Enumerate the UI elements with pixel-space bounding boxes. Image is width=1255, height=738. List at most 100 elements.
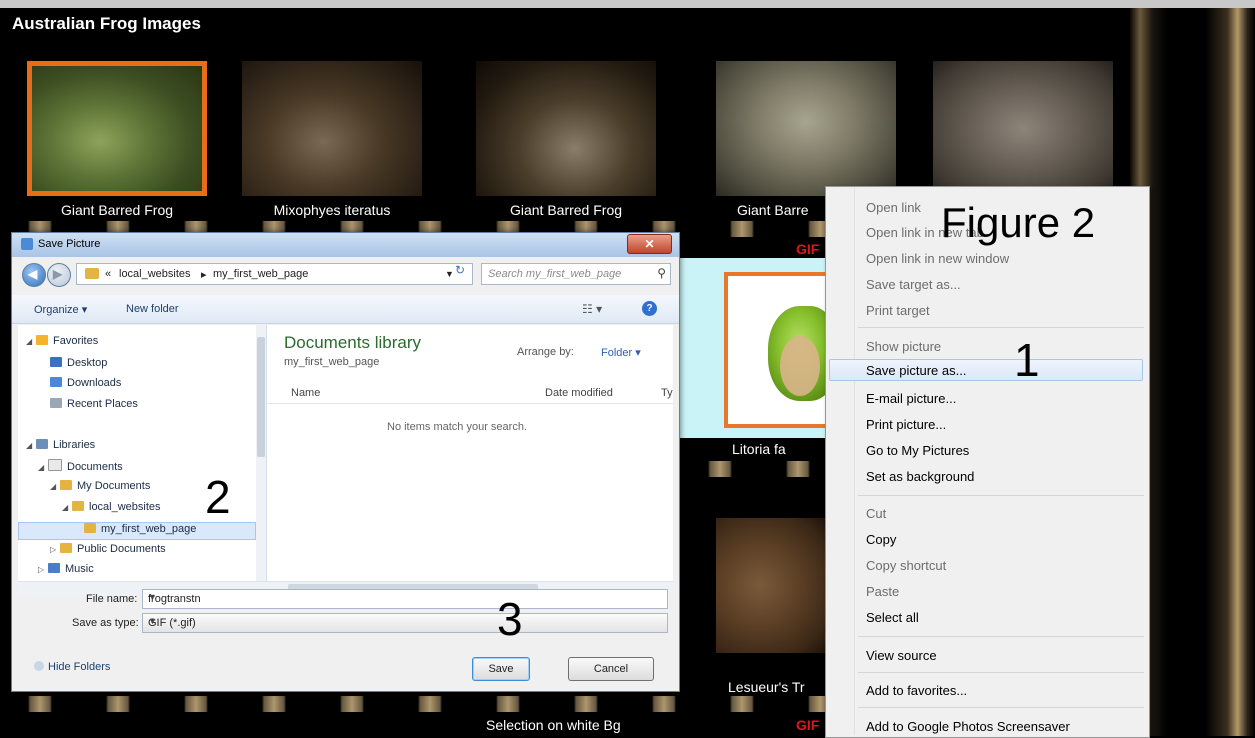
nav-desktop[interactable]: Desktop [50,357,107,369]
menu-separator [858,707,1144,708]
dialog-title-bar[interactable]: Save Picture ✕ [12,233,679,257]
view-options-icon[interactable]: ☷ ▾ [582,302,602,316]
chevron-down-icon[interactable]: ▼ [148,616,662,626]
menu-item-add-to-favorites[interactable]: Add to favorites... [866,683,967,698]
menu-separator [858,636,1144,637]
search-placeholder: Search my_first_web_page [488,268,622,280]
help-icon[interactable]: ? [642,301,657,316]
web-page: Australian Frog Images Giant Barred Frog… [0,0,1255,738]
browser-top-strip [0,0,1255,8]
gif-label: GIF [796,717,820,733]
libraries-icon [36,439,48,449]
forward-arrow-icon: ▶ [53,267,63,281]
nav-local-websites[interactable]: ◢ local_websites [62,501,161,513]
arrange-by-label: Arrange by: [517,346,574,358]
folder-icon [84,523,96,533]
cancel-button[interactable]: Cancel [568,657,654,681]
menu-item-show-picture[interactable]: Show picture [866,339,941,354]
star-icon [36,335,48,345]
gif-label: GIF [796,241,820,257]
file-name-field[interactable]: frogtranstn ▼ [142,589,668,609]
nav-favorites[interactable]: ◢ Favorites [26,335,98,347]
nav-public-documents[interactable]: ▷ Public Documents [50,543,166,555]
dialog-title: Save Picture [38,238,101,250]
library-title: Documents library [284,333,421,352]
dialog-toolbar: Organize ▾ New folder ☷ ▾ ? [12,295,679,324]
hide-folders-button[interactable]: Hide Folders [34,661,110,673]
close-button[interactable]: ✕ [627,234,672,254]
menu-item-print-target[interactable]: Print target [866,303,930,318]
breadcrumb-overflow[interactable]: « [105,268,111,280]
back-arrow-icon: ◀ [28,267,38,281]
breadcrumb-separator: ▸ [201,269,207,281]
folder-icon [60,480,72,490]
menu-item-cut[interactable]: Cut [866,506,886,521]
nav-my-documents[interactable]: ◢ My Documents [50,480,150,492]
save-button[interactable]: Save [472,657,530,681]
column-header-date-modified[interactable]: Date modified [545,387,613,399]
column-header-type[interactable]: Ty [661,387,673,399]
menu-item-save-target-as[interactable]: Save target as... [866,277,961,292]
menu-item-go-to-my-pictures[interactable]: Go to My Pictures [866,443,969,458]
library-subtitle: my_first_web_page [284,356,380,368]
menu-item-add-to-google-photos-screensaver[interactable]: Add to Google Photos Screensaver [866,719,1070,734]
forward-button[interactable]: ▶ [47,263,71,287]
save-picture-dialog: Save Picture ✕ ◀ ▶ « local_websites ▸ my… [11,232,680,692]
menu-item-select-all[interactable]: Select all [866,610,919,625]
nav-recent-places[interactable]: Recent Places [50,398,138,410]
frog-thumbnail-2[interactable] [242,61,422,196]
menu-item-save-picture-as[interactable]: Save picture as... [866,363,966,378]
thumbnail-caption: Selection on white Bg [486,717,621,733]
chevron-down-icon[interactable]: ▼ [148,592,662,602]
menu-item-copy-shortcut[interactable]: Copy shortcut [866,558,946,573]
downloads-icon [50,377,62,387]
frog-thumbnail-4[interactable] [716,61,896,196]
figure-label: Figure 2 [941,199,1096,246]
menu-item-email-picture[interactable]: E-mail picture... [866,391,956,406]
annotation-step-2: 2 [205,471,231,523]
menu-item-print-picture[interactable]: Print picture... [866,417,946,432]
breadcrumb-local-websites[interactable]: local_websites [119,268,191,280]
thumbnail-caption: Lesueur's Tr [728,679,805,695]
back-button[interactable]: ◀ [22,263,46,287]
search-icon[interactable]: ⚲ [657,266,666,280]
save-as-type-select[interactable]: GIF (*.gif) ▼ [142,613,668,633]
nav-downloads[interactable]: Downloads [50,377,121,389]
empty-results-message: No items match your search. [387,421,527,433]
thumbnail-caption: Litoria fa [732,441,786,457]
nav-documents[interactable]: ◢ Documents [38,459,123,473]
column-header-name[interactable]: Name [291,387,320,399]
refresh-icon[interactable]: ↻ [451,263,469,281]
menu-separator [858,672,1144,673]
menu-item-open-link-new-window[interactable]: Open link in new window [866,251,1009,266]
film-strip-divider [680,461,830,477]
folder-icon [60,543,72,553]
frog-thumbnail-5[interactable] [933,61,1113,196]
recent-places-icon [50,398,62,408]
arrange-by-dropdown[interactable]: Folder ▾ [601,346,641,359]
nav-my-first-web-page[interactable]: my_first_web_page [84,523,196,535]
new-folder-button[interactable]: New folder [126,303,179,315]
navigation-pane: ◢ Favorites Desktop Downloads Recent Plac… [18,325,267,581]
organize-menu[interactable]: Organize ▾ [34,303,87,316]
thumbnail-caption: Giant Barred Frog [509,202,623,218]
save-as-type-label: Save as type: [72,617,139,629]
menu-item-view-source[interactable]: View source [866,648,937,663]
menu-item-copy[interactable]: Copy [866,532,896,547]
menu-item-paste[interactable]: Paste [866,584,899,599]
search-input[interactable]: Search my_first_web_page ⚲ [481,263,671,285]
frog-thumbnail-3[interactable] [476,61,656,196]
music-icon [48,563,60,573]
menu-item-set-as-background[interactable]: Set as background [866,469,974,484]
frog-thumbnail-6[interactable] [716,518,826,653]
nav-scrollbar[interactable] [256,325,266,581]
breadcrumb[interactable]: « local_websites ▸ my_first_web_page ▼ [76,263,473,285]
nav-music[interactable]: ▷ Music [38,563,94,575]
menu-item-open-link[interactable]: Open link [866,200,921,215]
collapse-icon [34,661,44,671]
page-title: Australian Frog Images [12,14,201,33]
breadcrumb-my-first-web-page[interactable]: my_first_web_page [213,268,308,280]
film-strip-divider [0,696,830,712]
nav-libraries[interactable]: ◢ Libraries [26,439,95,451]
frog-thumbnail-1[interactable] [27,61,207,196]
